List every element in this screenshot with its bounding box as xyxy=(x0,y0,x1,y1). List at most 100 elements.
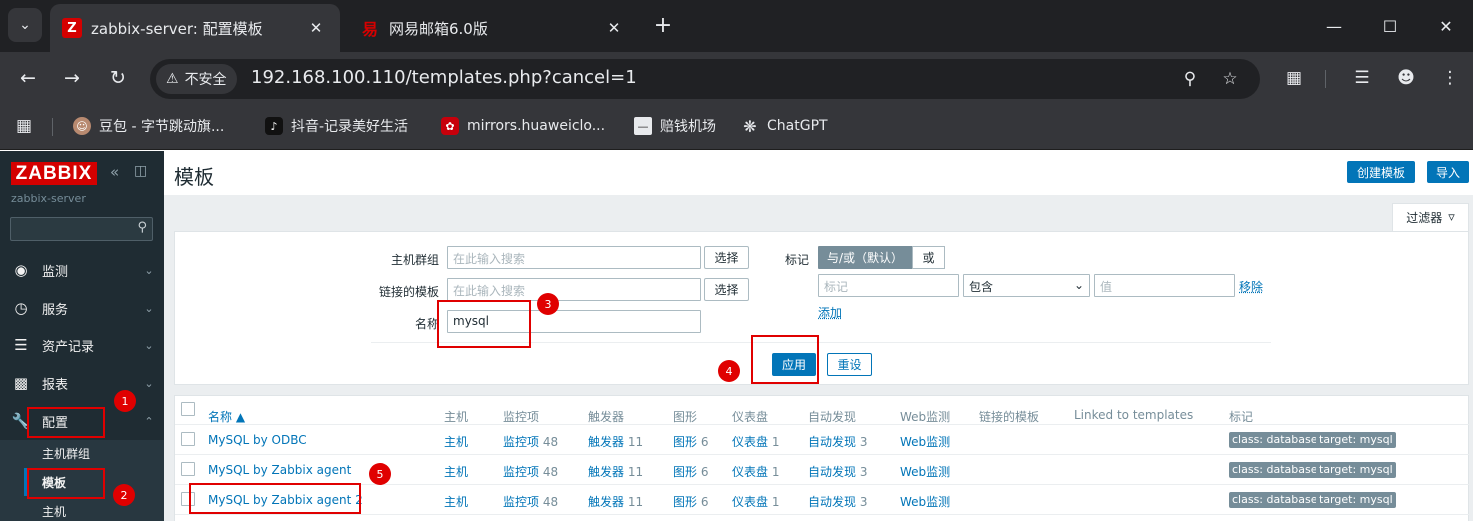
tag-value-input[interactable]: 值 xyxy=(1094,274,1235,297)
menu-kebab-icon[interactable]: ⋮ xyxy=(1436,64,1464,92)
maximize-icon[interactable]: ☐ xyxy=(1370,10,1410,42)
create-template-button[interactable]: 创建模板 xyxy=(1347,161,1415,183)
menu-monitoring[interactable]: ◉ 监测 ⌄ xyxy=(0,251,164,289)
discovery-link[interactable]: 自动发现 3 xyxy=(808,493,867,510)
tag-badge[interactable]: class: database xyxy=(1229,462,1321,478)
remove-tag-link[interactable]: 移除 xyxy=(1239,278,1263,295)
row-checkbox[interactable] xyxy=(181,462,195,476)
row-checkbox[interactable] xyxy=(181,492,195,506)
linked-templates-select-button[interactable]: 选择 xyxy=(704,278,749,301)
tag-or-toggle[interactable]: 或 xyxy=(912,246,945,269)
back-icon[interactable]: ← xyxy=(12,62,44,94)
bookmark-star-icon[interactable]: ☆ xyxy=(1216,65,1244,93)
discovery-link[interactable]: 自动发现 3 xyxy=(808,463,867,480)
items-link[interactable]: 监控项 48 xyxy=(503,493,558,510)
browser-tab-bar: ⌄ Z zabbix-server: 配置模板 ✕ 易 网易邮箱6.0版 ✕ +… xyxy=(0,0,1473,52)
tag-badge[interactable]: class: database xyxy=(1229,492,1321,508)
triggers-link[interactable]: 触发器 11 xyxy=(588,463,643,480)
items-link[interactable]: 监控项 48 xyxy=(503,433,558,450)
kiosk-icon[interactable]: ◫ xyxy=(134,163,147,179)
reload-icon[interactable]: ↻ xyxy=(102,62,134,94)
forward-icon[interactable]: → xyxy=(56,62,88,94)
address-bar[interactable]: ⚠ 不安全 192.168.100.110/templates.php?canc… xyxy=(150,59,1260,99)
extensions-icon[interactable]: ▦ xyxy=(1280,64,1308,92)
bookmark-doubao[interactable]: ☺ 豆包 - 字节跳动旗... xyxy=(73,114,224,138)
tab-search-icon[interactable]: ⌄ xyxy=(8,8,42,42)
apply-button[interactable]: 应用 xyxy=(772,353,816,376)
zabbix-logo[interactable]: ZABBIX xyxy=(11,162,97,185)
tag-badge[interactable]: target: mysql xyxy=(1316,492,1396,508)
template-name-link[interactable]: MySQL by Zabbix agent xyxy=(208,463,351,477)
tag-badge[interactable]: class: database xyxy=(1229,432,1321,448)
close-icon[interactable]: ✕ xyxy=(602,19,626,37)
template-name-link[interactable]: MySQL by ODBC xyxy=(208,433,307,447)
dashboards-link[interactable]: 仪表盘 1 xyxy=(732,493,779,510)
menu-inventory[interactable]: ☰ 资产记录 ⌄ xyxy=(0,326,164,364)
zoom-icon[interactable]: ⚲ xyxy=(1176,65,1204,93)
select-all-checkbox[interactable] xyxy=(181,402,195,416)
tag-and-or-toggle[interactable]: 与/或（默认） xyxy=(818,246,912,269)
tag-badge[interactable]: target: mysql xyxy=(1316,462,1396,478)
media-icon[interactable]: ☰ xyxy=(1348,64,1376,92)
header-name[interactable]: 名称 ▲ xyxy=(208,408,245,425)
templates-table: 名称 ▲ 主机 监控项 触发器 图形 仪表盘 自动发现 Web监测 链接的模板 … xyxy=(174,395,1470,521)
dashboards-link[interactable]: 仪表盘 1 xyxy=(732,463,779,480)
host-group-select-button[interactable]: 选择 xyxy=(704,246,749,269)
tab-title: zabbix-server: 配置模板 xyxy=(91,19,263,38)
collapse-icon[interactable]: « xyxy=(110,163,119,181)
search-icon[interactable]: ⚲ xyxy=(137,220,147,235)
sidebar-search-input[interactable]: ⚲ xyxy=(10,217,153,241)
tab-zabbix[interactable]: Z zabbix-server: 配置模板 ✕ xyxy=(50,4,340,52)
import-button[interactable]: 导入 xyxy=(1427,161,1469,183)
menu-reports[interactable]: ▩ 报表 ⌄ xyxy=(0,364,164,402)
menu-configuration[interactable]: 🔧 配置 ⌃ xyxy=(0,402,164,440)
bookmark-douyin[interactable]: ♪ 抖音-记录美好生活 xyxy=(265,114,408,138)
hosts-link[interactable]: 主机 xyxy=(444,493,468,510)
bookmark-chatgpt[interactable]: ❋ ChatGPT xyxy=(741,114,827,138)
web-link[interactable]: Web监测 xyxy=(900,433,950,450)
eye-icon: ◉ xyxy=(14,261,28,279)
url-text[interactable]: 192.168.100.110/templates.php?cancel=1 xyxy=(251,67,637,88)
discovery-link[interactable]: 自动发现 3 xyxy=(808,433,867,450)
apps-grid-icon[interactable]: ▦ xyxy=(16,114,32,138)
graphs-link[interactable]: 图形 6 xyxy=(673,433,708,450)
items-link[interactable]: 监控项 48 xyxy=(503,463,558,480)
tag-badge[interactable]: target: mysql xyxy=(1316,432,1396,448)
triggers-link[interactable]: 触发器 11 xyxy=(588,493,643,510)
dashboards-link[interactable]: 仪表盘 1 xyxy=(732,433,779,450)
web-link[interactable]: Web监测 xyxy=(900,493,950,510)
minimize-icon[interactable]: — xyxy=(1314,10,1354,42)
graphs-link[interactable]: 图形 6 xyxy=(673,463,708,480)
triggers-count: 11 xyxy=(627,435,644,449)
items-label: 监控项 xyxy=(503,465,540,479)
bookmark-huawei[interactable]: ✿ mirrors.huaweiclo... xyxy=(441,114,605,138)
linked-templates-input[interactable]: 在此输入搜索 xyxy=(447,278,701,301)
security-chip[interactable]: ⚠ 不安全 xyxy=(156,64,237,94)
filter-tab[interactable]: 过滤器 ▿ xyxy=(1392,203,1469,231)
tab-netease-mail[interactable]: 易 网易邮箱6.0版 ✕ xyxy=(348,4,638,52)
profile-icon[interactable]: ☻ xyxy=(1392,64,1420,92)
tag-name-input[interactable]: 标记 xyxy=(818,274,959,297)
disc-count: 3 xyxy=(859,465,868,479)
tag-operator-select[interactable]: 包含 ⌄ xyxy=(963,274,1090,297)
host-group-input[interactable]: 在此输入搜索 xyxy=(447,246,701,269)
web-link[interactable]: Web监测 xyxy=(900,463,950,480)
submenu-hosts[interactable]: 主机 xyxy=(24,497,164,521)
name-input[interactable]: mysql xyxy=(447,310,701,333)
close-icon[interactable]: ✕ xyxy=(304,19,328,37)
bookmark-site[interactable]: — 赔钱机场 xyxy=(634,114,716,138)
menu-services[interactable]: ◷ 服务 ⌄ xyxy=(0,289,164,327)
submenu-templates[interactable]: 模板 xyxy=(24,468,164,497)
graphs-link[interactable]: 图形 6 xyxy=(673,493,708,510)
hosts-link[interactable]: 主机 xyxy=(444,433,468,450)
row-checkbox[interactable] xyxy=(181,432,195,446)
hosts-link[interactable]: 主机 xyxy=(444,463,468,480)
window-close-icon[interactable]: ✕ xyxy=(1426,10,1466,42)
reset-button[interactable]: 重设 xyxy=(827,353,872,376)
submenu-host-groups[interactable]: 主机群组 xyxy=(24,439,164,468)
header-hosts: 主机 xyxy=(444,410,469,424)
new-tab-button[interactable]: + xyxy=(650,12,676,38)
add-tag-link[interactable]: 添加 xyxy=(818,304,842,321)
template-name-link[interactable]: MySQL by Zabbix agent 2 xyxy=(208,493,363,507)
triggers-link[interactable]: 触发器 11 xyxy=(588,433,643,450)
